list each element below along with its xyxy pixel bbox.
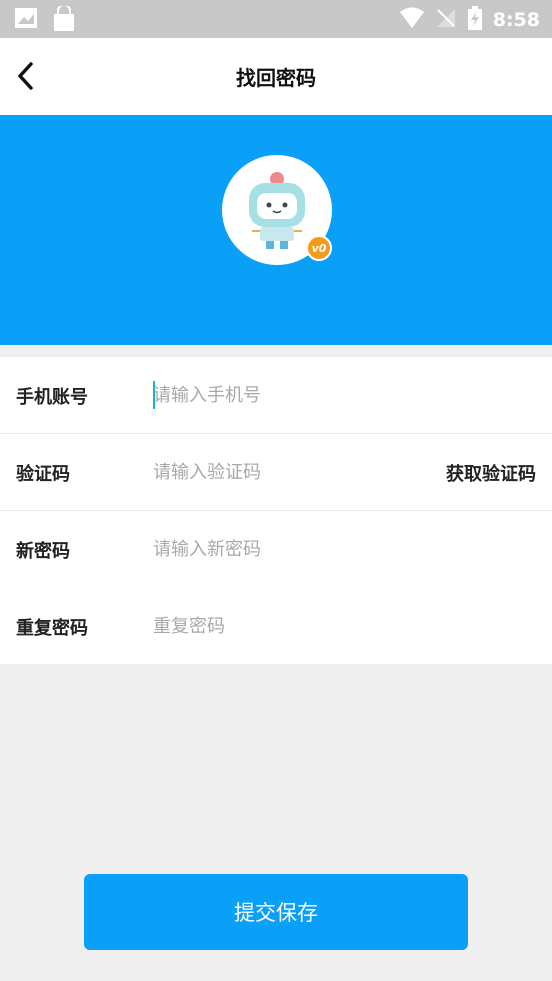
code-label: 验证码 bbox=[16, 464, 70, 485]
profile-banner: v0 bbox=[0, 115, 552, 345]
repeat-password-row: 重复密码 bbox=[0, 588, 552, 665]
battery-charging-icon bbox=[467, 6, 483, 34]
reset-password-form: 手机账号 验证码 获取验证码 新密码 重复密码 bbox=[0, 357, 552, 664]
new-password-input[interactable] bbox=[153, 533, 413, 565]
code-input[interactable] bbox=[153, 456, 413, 488]
no-signal-icon bbox=[435, 7, 457, 33]
avatar[interactable]: v0 bbox=[222, 155, 332, 265]
text-cursor bbox=[153, 381, 155, 409]
status-left-icons bbox=[14, 4, 76, 36]
status-time: 8:58 bbox=[492, 9, 540, 31]
code-row: 验证码 获取验证码 bbox=[0, 434, 552, 511]
status-bar: 8:58 bbox=[0, 0, 552, 38]
level-badge: v0 bbox=[306, 235, 332, 261]
phone-input[interactable] bbox=[153, 379, 413, 411]
get-code-button[interactable]: 获取验证码 bbox=[446, 460, 536, 486]
repeat-password-input[interactable] bbox=[153, 610, 413, 642]
status-right-icons: 8:58 bbox=[399, 6, 540, 34]
app-bar: 找回密码 bbox=[0, 38, 552, 115]
new-password-label: 新密码 bbox=[16, 541, 70, 562]
page-title: 找回密码 bbox=[236, 66, 316, 90]
phone-row: 手机账号 bbox=[0, 357, 552, 434]
shopping-bag-icon bbox=[52, 4, 76, 36]
repeat-password-label: 重复密码 bbox=[16, 618, 88, 639]
phone-label: 手机账号 bbox=[16, 387, 88, 408]
submit-button[interactable]: 提交保存 bbox=[84, 874, 468, 950]
wifi-icon bbox=[399, 7, 425, 33]
notification-image-icon bbox=[14, 6, 38, 36]
new-password-row: 新密码 bbox=[0, 511, 552, 588]
